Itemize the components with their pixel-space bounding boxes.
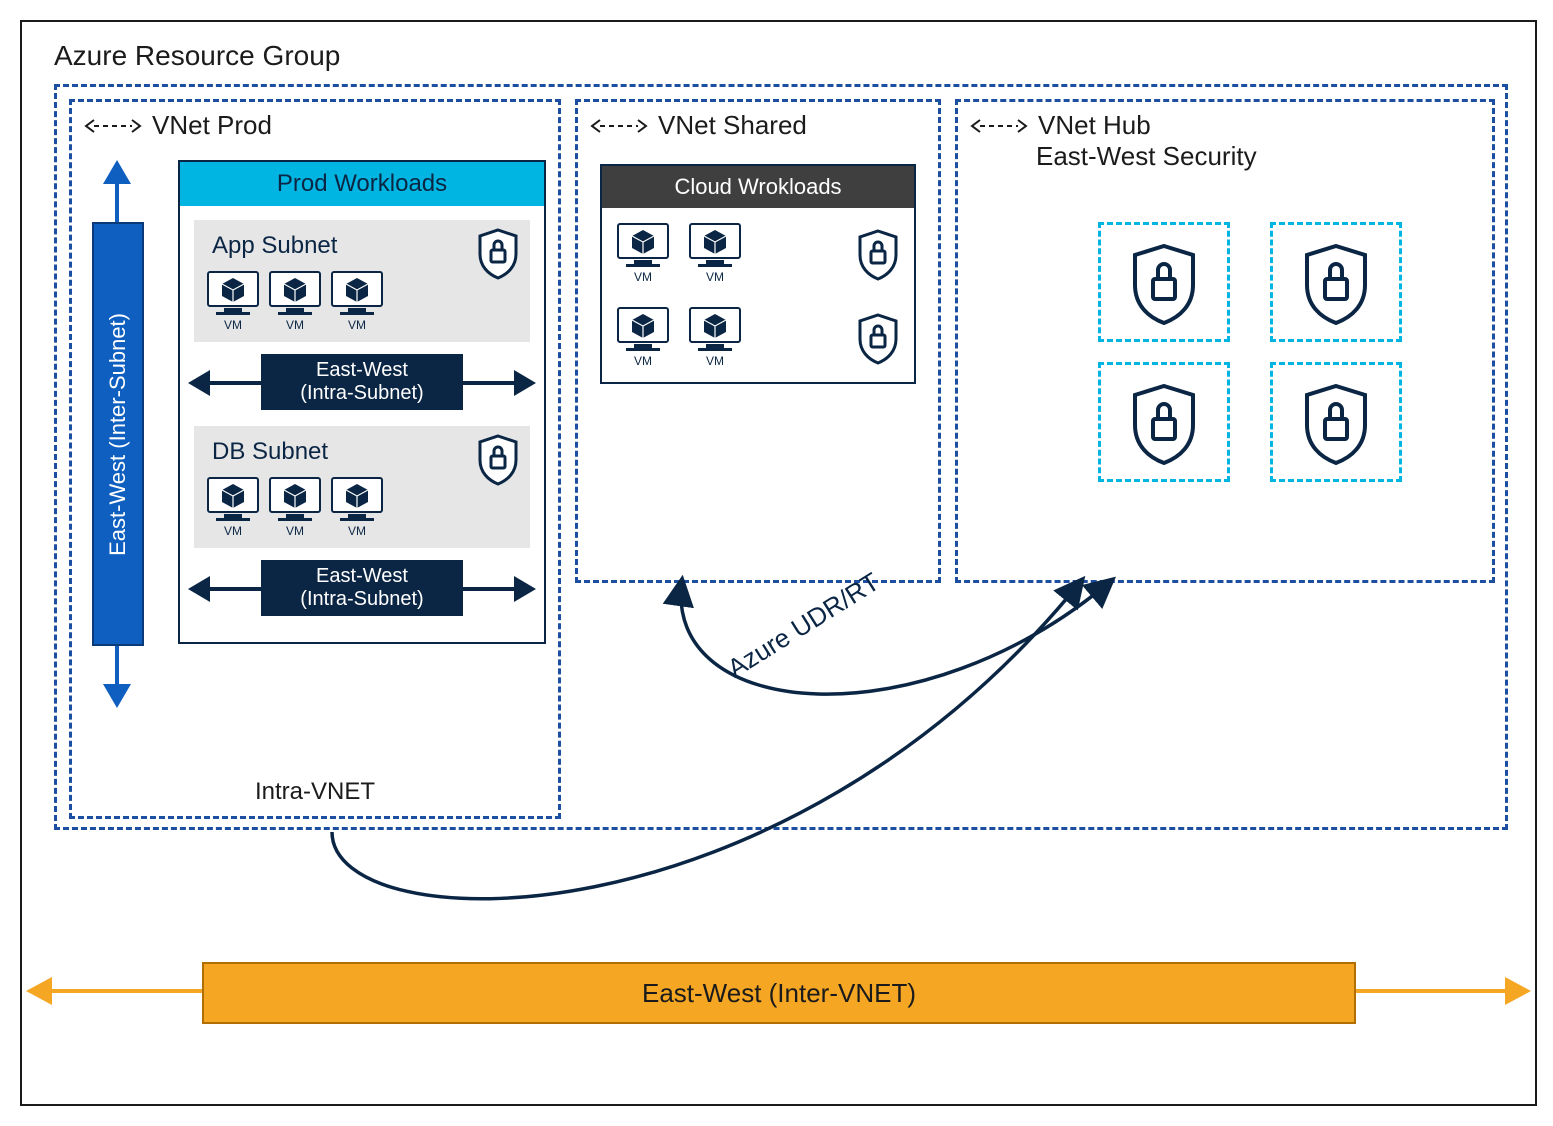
nsg-shield-icon: [476, 228, 520, 276]
vnet-prod-label-row: VNet Prod: [72, 102, 558, 145]
app-subnet-vm-row: VM VM VM: [206, 270, 518, 332]
vnet-shared-label: VNet Shared: [658, 110, 807, 141]
vnet-prod-box: VNet Prod East-West (Inter-Subnet) Prod …: [69, 99, 561, 819]
lock-shield-icon: [1301, 383, 1371, 461]
vm-caption: VM: [268, 318, 322, 332]
intra-subnet-arrow: East-West(Intra-Subnet): [194, 560, 530, 618]
intra-subnet-label: East-West(Intra-Subnet): [261, 560, 463, 616]
cloud-workloads-header: Cloud Wrokloads: [602, 166, 914, 208]
intra-vnet-label: Intra-VNET: [72, 778, 558, 806]
inter-subnet-arrow-up: [103, 160, 131, 184]
lock-shield-icon: [1129, 383, 1199, 461]
prod-workloads-body: App Subnet VM VM VM East-West(Intr: [180, 206, 544, 642]
vm-icon: VM: [206, 476, 260, 538]
nsg-shield-icon: [856, 313, 900, 361]
arrow-right-icon: [514, 576, 536, 602]
nsg-shield-icon: [856, 229, 900, 277]
vm-caption: VM: [616, 270, 670, 284]
inter-subnet-arrow-down: [103, 684, 131, 708]
vm-icon: VM: [616, 306, 670, 368]
cloud-workloads-row: VM VM: [616, 222, 900, 284]
vm-icon: VM: [330, 270, 384, 332]
arrow-right-icon: [514, 370, 536, 396]
prod-workloads-box: Prod Workloads App Subnet VM VM VM: [178, 160, 546, 644]
vnet-peering-icon: [970, 114, 1028, 138]
vm-caption: VM: [206, 524, 260, 538]
vm-icon: VM: [330, 476, 384, 538]
vnet-prod-label: VNet Prod: [152, 110, 272, 141]
vnet-peering-icon: [590, 114, 648, 138]
db-subnet-vm-row: VM VM VM: [206, 476, 518, 538]
hub-security-grid: [1098, 222, 1402, 482]
app-subnet-title: App Subnet: [212, 232, 518, 260]
diagram-frame: Azure Resource Group VNet Prod East-West…: [20, 20, 1537, 1106]
cloud-workloads-box: Cloud Wrokloads VM VM VM VM: [600, 164, 916, 384]
inter-vnet-label: East-West (Inter-VNET): [642, 978, 916, 1009]
inter-subnet-label: East-West (Inter-Subnet): [105, 313, 131, 556]
inter-subnet-bar: East-West (Inter-Subnet): [92, 222, 144, 646]
vm-caption: VM: [688, 354, 742, 368]
prod-workloads-header: Prod Workloads: [180, 162, 544, 206]
vnet-shared-box: VNet Shared Cloud Wrokloads VM VM VM VM: [575, 99, 941, 583]
vm-icon: VM: [616, 222, 670, 284]
firewall-cell: [1098, 222, 1230, 342]
vm-caption: VM: [688, 270, 742, 284]
vnet-peering-icon: [84, 114, 142, 138]
vm-icon: VM: [688, 306, 742, 368]
vm-caption: VM: [330, 318, 384, 332]
arrow-left-icon: [188, 370, 210, 396]
resource-group-box: VNet Prod East-West (Inter-Subnet) Prod …: [54, 84, 1508, 830]
vm-icon: VM: [206, 270, 260, 332]
vm-icon: VM: [268, 476, 322, 538]
vm-caption: VM: [206, 318, 260, 332]
vm-icon: VM: [268, 270, 322, 332]
vnet-shared-label-row: VNet Shared: [578, 102, 938, 145]
db-subnet-box: DB Subnet VM VM VM: [194, 426, 530, 548]
cloud-workloads-body: VM VM VM VM: [602, 208, 914, 382]
inter-vnet-bar: East-West (Inter-VNET): [202, 962, 1356, 1024]
arrow-right-icon: [1505, 977, 1531, 1005]
intra-subnet-label: East-West(Intra-Subnet): [261, 354, 463, 410]
nsg-shield-icon: [476, 434, 520, 482]
vm-caption: VM: [268, 524, 322, 538]
vm-caption: VM: [330, 524, 384, 538]
vnet-hub-label-row: VNet Hub: [958, 102, 1492, 145]
app-subnet-box: App Subnet VM VM VM: [194, 220, 530, 342]
intra-subnet-arrow: East-West(Intra-Subnet): [194, 354, 530, 412]
vnet-hub-label: VNet Hub: [1038, 110, 1151, 141]
cloud-workloads-row: VM VM: [616, 306, 900, 368]
vm-icon: VM: [688, 222, 742, 284]
resource-group-title: Azure Resource Group: [54, 40, 340, 72]
vnet-hub-subtitle: East-West Security: [958, 141, 1492, 172]
db-subnet-title: DB Subnet: [212, 438, 518, 466]
firewall-cell: [1270, 362, 1402, 482]
arrow-left-icon: [188, 576, 210, 602]
vnet-hub-box: VNet Hub East-West Security: [955, 99, 1495, 583]
firewall-cell: [1270, 222, 1402, 342]
lock-shield-icon: [1129, 243, 1199, 321]
vm-caption: VM: [616, 354, 670, 368]
lock-shield-icon: [1301, 243, 1371, 321]
arrow-left-icon: [26, 977, 52, 1005]
firewall-cell: [1098, 362, 1230, 482]
